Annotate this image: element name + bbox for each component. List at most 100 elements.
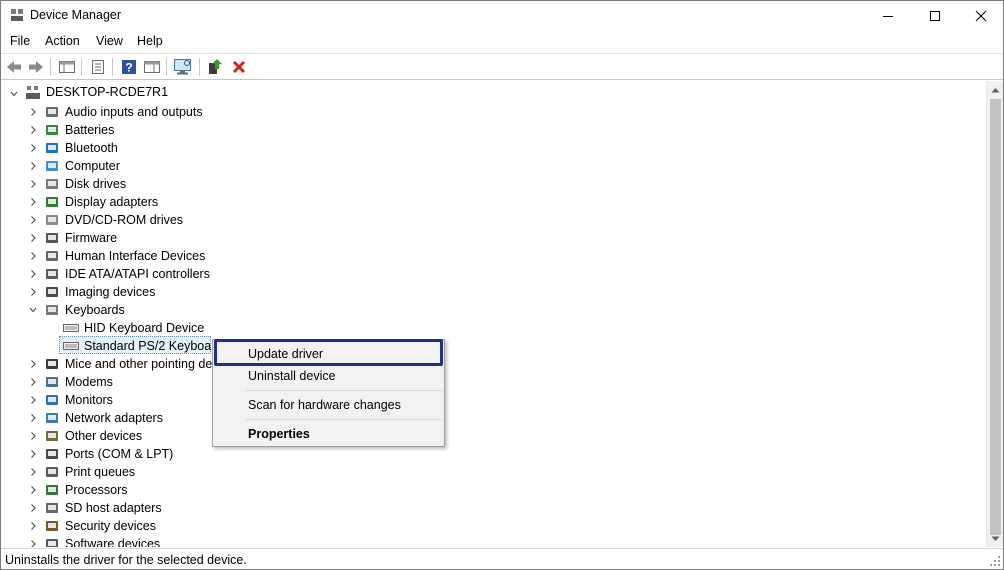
menu-action[interactable]: Action [45,34,80,48]
tree-device-label[interactable]: HID Keyboard Device [84,321,204,335]
display-adapter-icon [46,197,58,207]
show-hide-tree-icon [59,61,75,73]
expand-chevron-icon[interactable] [28,413,38,423]
resize-grip-icon[interactable] [989,555,1001,567]
tree-category-label[interactable]: Print queues [65,465,135,479]
menu-bar: File Action View Help [1,31,1003,52]
tree-category-label[interactable]: Network adapters [65,411,163,425]
minimize-icon [883,16,893,17]
sd-card-icon [46,503,58,513]
tree-category-label[interactable]: Software devices [65,537,160,547]
menu-uninstall-device[interactable]: Uninstall device [214,365,443,387]
close-icon [975,10,987,22]
menu-properties[interactable]: Properties [214,423,443,445]
scroll-up-arrow-icon[interactable] [987,81,1004,98]
vertical-scrollbar[interactable] [986,81,1003,547]
update-driver-button[interactable] [205,57,225,77]
expand-chevron-icon[interactable] [28,251,38,261]
close-button[interactable] [958,1,1004,31]
minimize-button[interactable] [865,1,911,31]
expand-chevron-icon[interactable] [28,503,38,513]
toolbar-separator [166,58,167,76]
maximize-button[interactable] [912,1,958,31]
show-hide-tree-button[interactable] [57,57,77,77]
tree-category-label[interactable]: DVD/CD-ROM drives [65,213,183,227]
tree-category-label[interactable]: Keyboards [65,303,125,317]
properties-icon [92,60,104,74]
tree-category-label[interactable]: Human Interface Devices [65,249,205,263]
expand-chevron-icon[interactable] [28,539,38,547]
expand-chevron-icon[interactable] [28,485,38,495]
help-button[interactable]: ? [119,57,139,77]
expand-chevron-icon[interactable] [28,395,38,405]
expand-chevron-icon[interactable] [28,143,38,153]
uninstall-button[interactable] [229,57,249,77]
tree-category-label[interactable]: SD host adapters [65,501,162,515]
expand-chevron-icon[interactable] [28,197,38,207]
menu-uninstall-device-label: Uninstall device [248,369,336,383]
tree-category-label[interactable]: Security devices [65,519,156,533]
status-text: Uninstalls the driver for the selected d… [5,553,247,567]
back-button[interactable] [4,57,24,77]
collapse-chevron-icon[interactable] [9,89,19,99]
tree-category-label[interactable]: Audio inputs and outputs [65,105,203,119]
uninstall-icon [232,60,246,74]
tree-category-label[interactable]: IDE ATA/ATAPI controllers [65,267,210,281]
tree-category-label[interactable]: Other devices [65,429,142,443]
tree-category-label[interactable]: Display adapters [65,195,158,209]
scrollbar-thumb[interactable] [990,99,1001,535]
tree-category-label[interactable]: Processors [65,483,128,497]
expand-chevron-icon[interactable] [28,269,38,279]
menu-help[interactable]: Help [137,34,163,48]
tree-category-label[interactable]: Monitors [65,393,113,407]
properties-button[interactable] [88,57,108,77]
menu-view[interactable]: View [96,34,123,48]
collapse-chevron-icon[interactable] [28,305,38,315]
menu-separator [246,390,442,391]
toolbar: ? [1,53,1003,80]
expand-chevron-icon[interactable] [28,467,38,477]
tree-device-label[interactable]: Standard PS/2 Keyboard [84,339,222,353]
toolbar-separator [112,58,113,76]
expand-chevron-icon[interactable] [28,215,38,225]
tree-category-label[interactable]: Ports (COM & LPT) [65,447,173,461]
forward-button[interactable] [26,57,46,77]
tree-category-label[interactable]: Firmware [65,231,117,245]
expand-chevron-icon[interactable] [28,233,38,243]
expand-chevron-icon[interactable] [28,431,38,441]
expand-chevron-icon[interactable] [28,125,38,135]
menu-file[interactable]: File [10,34,30,48]
keyboard-icon [63,324,79,332]
toolbar-separator [81,58,82,76]
firmware-icon [46,233,58,243]
software-device-icon [46,539,58,547]
expand-chevron-icon[interactable] [28,107,38,117]
expand-chevron-icon[interactable] [28,359,38,369]
title-bar[interactable]: Device Manager [1,1,1003,31]
scroll-down-arrow-icon[interactable] [987,530,1004,547]
action-pane-button[interactable] [142,57,162,77]
expand-chevron-icon[interactable] [28,179,38,189]
expand-chevron-icon[interactable] [28,521,38,531]
bluetooth-icon [46,143,58,153]
toolbar-separator [199,58,200,76]
expand-chevron-icon[interactable] [28,449,38,459]
computer-root-icon [26,86,40,99]
expand-chevron-icon[interactable] [28,377,38,387]
menu-scan-hardware[interactable]: Scan for hardware changes [214,394,443,416]
tree-root-label[interactable]: DESKTOP-RCDE7R1 [46,85,168,99]
dvd-drive-icon [46,215,58,225]
unknown-device-icon [46,431,58,441]
expand-chevron-icon[interactable] [28,161,38,171]
device-tree[interactable]: DESKTOP-RCDE7R1 Audio inputs and outputs… [1,81,986,547]
tree-category-label[interactable]: Batteries [65,123,114,137]
tree-category-label[interactable]: Bluetooth [65,141,118,155]
scan-hardware-button[interactable] [173,57,193,77]
toolbar-separator [50,58,51,76]
expand-chevron-icon[interactable] [28,287,38,297]
tree-category-label[interactable]: Computer [65,159,120,173]
tree-category-label[interactable]: Modems [65,375,113,389]
tree-category-label[interactable]: Imaging devices [65,285,155,299]
status-bar: Uninstalls the driver for the selected d… [1,548,1003,569]
tree-category-label[interactable]: Disk drives [65,177,126,191]
